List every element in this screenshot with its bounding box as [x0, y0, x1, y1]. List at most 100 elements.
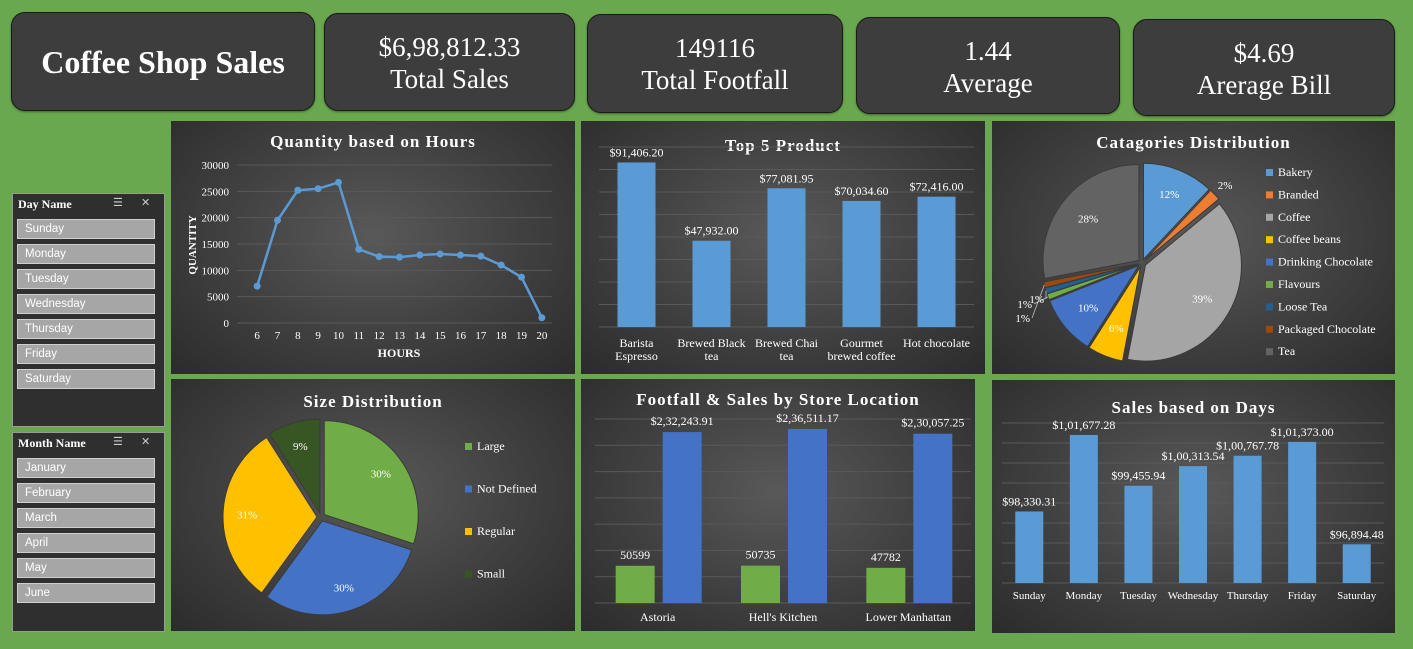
x-tick-label: 17: [475, 330, 487, 342]
y-tick-label: 20000: [202, 213, 230, 225]
x-tick-label: 6: [254, 330, 260, 342]
data-label: 50599: [620, 548, 650, 562]
bar: [866, 567, 906, 603]
data-point: [436, 250, 444, 258]
x-tick-label: Sunday: [1013, 590, 1047, 602]
x-axis-title: HOURS: [378, 346, 421, 360]
slicer-header: Month Name ☰ ✕: [13, 433, 164, 453]
legend-label: Drinking Chocolate: [1278, 255, 1373, 269]
slicer-item-wednesday[interactable]: Wednesday: [17, 294, 155, 314]
data-label: 2%: [1218, 180, 1233, 192]
data-label: 50735: [746, 548, 776, 562]
hours-line-chart: 30000 25000 20000 15000 10000 5000 0 6 7 8 9 10 11 12…: [187, 160, 552, 360]
x-tick-label: 9: [315, 330, 321, 342]
x-tick-label: 8: [295, 330, 301, 342]
bar: [1069, 434, 1098, 583]
x-tick-label: 19: [516, 330, 528, 342]
days-bar-chart: $98,330.31 Sunday $1,01,677.28 Monday $99,45…: [1002, 418, 1384, 602]
bar: [1015, 511, 1044, 583]
data-point: [294, 186, 302, 194]
slicer-item-sunday[interactable]: Sunday: [17, 219, 155, 239]
series-line: [255, 180, 543, 319]
bar: [913, 433, 953, 603]
kpi-value: 1.44: [964, 36, 1012, 66]
data-point: [538, 314, 546, 322]
bar: [842, 200, 881, 327]
x-tick-label: Thursday: [1227, 590, 1269, 602]
x-tick-label: Monday: [1066, 590, 1103, 602]
slicer-item-tuesday[interactable]: Tuesday: [17, 269, 155, 289]
x-tick-label: 7: [275, 330, 281, 342]
slicer-item-april[interactable]: April: [17, 533, 155, 553]
x-tick-label: Astoria: [640, 610, 676, 624]
kpi-value: $4.69: [1233, 38, 1295, 68]
legend-label: Bakery: [1278, 165, 1313, 179]
x-tick-label: Brewed Black: [677, 336, 745, 350]
kpi-label: Total Sales: [390, 64, 509, 94]
x-tick-label: Gourmet: [840, 336, 883, 350]
legend-label: Small: [477, 567, 506, 581]
data-label: $2,36,511.17: [776, 411, 839, 425]
kpi-label: Average: [943, 68, 1033, 98]
legend-swatch: [1266, 303, 1273, 311]
data-label: 9%: [293, 441, 308, 453]
x-tick-label: 16: [455, 330, 467, 342]
x-tick-label: Saturday: [1337, 590, 1377, 602]
bar: [1179, 466, 1207, 583]
x-tick-label: tea: [780, 349, 795, 363]
clear-filter-icon[interactable]: ✕: [141, 196, 150, 209]
data-label: 30%: [334, 582, 354, 594]
data-label: $70,034.60: [835, 184, 889, 198]
legend-swatch: [1266, 236, 1273, 244]
slicer-item-march[interactable]: March: [17, 508, 155, 528]
bar: [741, 565, 780, 603]
slicer-item-january[interactable]: January: [17, 458, 155, 478]
data-label: 6%: [1109, 323, 1124, 335]
y-tick-label: 5000: [207, 292, 230, 304]
data-point: [477, 252, 485, 260]
data-label: 1%: [1015, 313, 1030, 325]
data-point: [274, 216, 281, 224]
clear-filter-icon[interactable]: ✕: [141, 435, 150, 448]
slicer-item-thursday[interactable]: Thursday: [17, 319, 155, 339]
x-tick-label: Hell's Kitchen: [749, 610, 817, 624]
y-tick-label: 15000: [202, 239, 230, 251]
data-label: $91,406.20: [610, 145, 664, 159]
legend-swatch: [465, 528, 472, 535]
x-tick-label: 13: [394, 330, 406, 342]
data-point: [457, 251, 464, 259]
legend-swatch: [1266, 348, 1273, 356]
legend-swatch: [1266, 281, 1273, 288]
data-point: [335, 178, 342, 186]
bar: [917, 196, 956, 327]
location-chart-panel: Footfall & Sales by Store Location 50599…: [581, 379, 975, 631]
data-point: [314, 185, 322, 193]
y-tick-label: 10000: [202, 265, 230, 277]
data-label: $2,30,057.25: [901, 416, 964, 430]
multi-select-icon[interactable]: ☰: [113, 435, 123, 448]
x-tick-label: Hot chocolate: [903, 336, 970, 350]
data-label: $1,00,313.54: [1162, 449, 1225, 463]
slicer-item-monday[interactable]: Monday: [17, 244, 155, 264]
slicer-title: Month Name: [18, 436, 86, 450]
bar: [662, 432, 702, 603]
data-point: [416, 251, 424, 259]
slicer-item-may[interactable]: May: [17, 558, 155, 578]
slicer-item-friday[interactable]: Friday: [17, 344, 155, 364]
dashboard-title-text: Coffee Shop Sales: [41, 44, 285, 80]
month-name-slicer: Month Name ☰ ✕ January February March April…: [12, 432, 165, 632]
data-label: 12%: [1159, 189, 1179, 201]
kpi-average: 1.44 Average: [856, 17, 1120, 114]
slicer-item-saturday[interactable]: Saturday: [17, 369, 155, 389]
data-label: 31%: [237, 510, 257, 522]
data-label: 47782: [871, 550, 901, 564]
bar: [788, 428, 827, 603]
x-tick-label: Brewed Chai: [755, 336, 819, 350]
categories-chart-panel: Catagories Distribution 12% 2% 39% 6% 10% 1% 1…: [992, 121, 1395, 374]
legend-label: Coffee: [1278, 210, 1310, 224]
multi-select-icon[interactable]: ☰: [113, 196, 123, 209]
y-tick-label: 0: [224, 318, 230, 330]
slicer-item-february[interactable]: February: [17, 483, 155, 503]
slicer-item-june[interactable]: June: [17, 583, 155, 603]
size-chart-panel: Size Distribution 30% 30% 31% 9% Large Not De…: [171, 379, 575, 631]
